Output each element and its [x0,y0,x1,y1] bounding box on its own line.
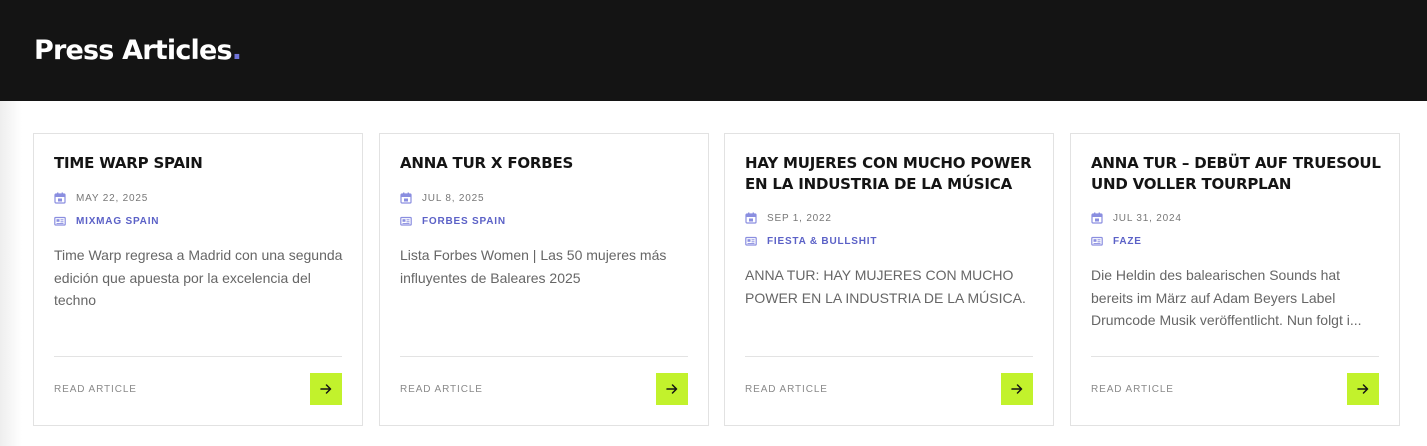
read-article-link[interactable]: READ ARTICLE [400,384,483,395]
article-source-row: FAZE [1091,234,1142,248]
article-date-row: JUL 8, 2025 [400,191,484,205]
calendar-icon [400,192,412,204]
card-divider [745,356,1033,357]
newspaper-icon [400,216,412,226]
article-title[interactable]: HAY MUJERES CON MUCHO POWER EN LA INDUST… [745,153,1040,195]
newspaper-icon [1091,236,1103,246]
article-source[interactable]: FORBES SPAIN [422,216,506,227]
read-article-button[interactable] [310,373,342,405]
article-source-row: FORBES SPAIN [400,214,506,228]
left-edge-shadow [0,101,22,446]
calendar-icon [745,212,757,224]
page-header: Press Articles. [0,0,1427,101]
article-date: JUL 31, 2024 [1113,212,1182,224]
page-title: Press Articles. [34,34,242,68]
read-article-link[interactable]: READ ARTICLE [1091,384,1174,395]
article-title[interactable]: ANNA TUR – DEBÜT AUF TRUESOUL UND VOLLER… [1091,153,1386,195]
article-title[interactable]: ANNA TUR X FORBES [400,153,695,174]
article-source-row: FIESTA & BULLSHIT [745,234,877,248]
arrow-right-icon [1011,384,1023,394]
calendar-icon [1091,212,1103,224]
read-article-link[interactable]: READ ARTICLE [745,384,828,395]
title-accent-dot: . [231,35,242,66]
article-date: JUL 8, 2025 [422,192,485,204]
article-excerpt: Time Warp regresa a Madrid con una segun… [54,247,343,308]
article-date-row: SEP 1, 2022 [745,211,832,225]
arrow-right-icon [320,384,332,394]
page-title-text: Press Articles [34,35,233,66]
article-source[interactable]: FIESTA & BULLSHIT [767,236,877,247]
read-article-link[interactable]: READ ARTICLE [54,384,137,395]
read-article-button[interactable] [1347,373,1379,405]
article-source[interactable]: MIXMAG SPAIN [76,216,159,227]
article-card: TIME WARP SPAIN MAY 22, 2025 MIXMAG SPAI… [33,133,363,426]
article-card: HAY MUJERES CON MUCHO POWER EN LA INDUST… [724,133,1054,426]
article-date: SEP 1, 2022 [767,212,832,224]
newspaper-icon [54,216,66,226]
arrow-right-icon [1357,384,1369,394]
article-date-row: JUL 31, 2024 [1091,211,1182,225]
article-card: ANNA TUR – DEBÜT AUF TRUESOUL UND VOLLER… [1070,133,1400,426]
article-source-row: MIXMAG SPAIN [54,214,159,228]
newspaper-icon [745,236,757,246]
card-divider [1091,356,1379,357]
article-card: ANNA TUR X FORBES JUL 8, 2025 FORBES SPA… [379,133,709,426]
article-excerpt: Lista Forbes Women | Las 50 mujeres más … [400,247,667,286]
article-date: MAY 22, 2025 [76,192,149,204]
read-article-button[interactable] [1001,373,1033,405]
card-divider [54,356,342,357]
card-divider [400,356,688,357]
arrow-right-icon [666,384,678,394]
calendar-icon [54,192,66,204]
article-excerpt: Die Heldin des balearischen Sounds hat b… [1091,267,1362,328]
article-title[interactable]: TIME WARP SPAIN [54,153,349,174]
article-excerpt: ANNA TUR: HAY MUJERES CON MUCHO POWER EN… [745,267,1026,306]
read-article-button[interactable] [656,373,688,405]
article-source[interactable]: FAZE [1113,236,1142,247]
article-date-row: MAY 22, 2025 [54,191,148,205]
